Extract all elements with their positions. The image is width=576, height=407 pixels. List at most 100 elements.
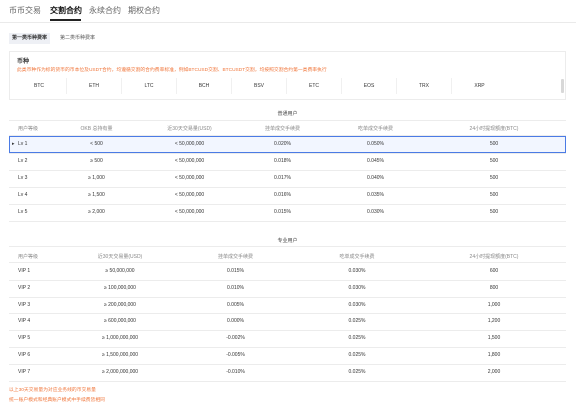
regular-user-fee-table: 普通用户 用户等级 OKB 总持有量 近30天交易量(USD) 挂单成交手续费 吃单成交… [9,106,566,222]
tab-category-2[interactable]: 第二类币种费率 [57,33,98,44]
coin-list-scrollbar[interactable] [561,79,564,93]
regular-cell-r1-c4: 0.045% [367,158,384,164]
regular-cell-r0-c3: 0.020% [274,141,291,147]
pro-cell-r1-c3: 0.030% [348,284,366,291]
regular-cell-r2-c1: ≥ 1,000 [88,175,105,181]
pro-cell-r0-c4: 600 [489,267,499,274]
regular-cell-r0-c1: < 500 [90,141,103,147]
coin-etc: ETC [287,78,342,94]
pro-cell-r6-c3: 0.025% [348,368,366,375]
pro-cell-r3-c1: ≥ 600,000,000 [104,318,136,325]
pro-row-divider [9,313,566,315]
coin-trx: TRX [397,78,452,94]
regular-row-divider [9,187,566,188]
pro-cell-r3-c3: 0.025% [348,318,366,325]
regular-row-divider [9,153,566,154]
coin-eos: EOS [342,78,397,94]
pro-cell-r0-c3: 0.030% [348,267,366,274]
pro-cell-r4-c4: 1,500 [487,335,501,342]
tab-category-1[interactable]: 第一类币种费率 [9,33,51,44]
regular-cell-r0-c2: < 50,000,000 [174,141,205,147]
coin-panel-title: 币种 [17,59,30,65]
regular-cell-r3-c1: ≥ 1,500 [88,192,105,198]
pro-cell-r6-c0: VIP 7 [18,368,31,375]
coin-eth: ETH [67,78,122,94]
pro-table-caption: 专业用户 [277,238,298,244]
regular-row-divider [9,170,566,171]
pro-cell-r1-c2: 0.010% [227,284,244,291]
coin-ltc: LTC [122,78,177,94]
regular-cell-r0-c5: 500 [489,141,499,147]
pro-cell-r2-c3: 0.030% [348,301,366,308]
pro-cell-r6-c1: ≥ 2,000,000,000 [101,368,139,375]
regular-cell-r4-c2: < 50,000,000 [174,209,205,215]
pro-row-divider [9,330,566,332]
regular-header-1: OKB 总持有量 [80,126,113,132]
pro-cell-r5-c0: VIP 6 [18,351,31,358]
pro-header-divider [9,262,566,263]
regular-header-5: 24小时提现额度(BTC) [469,126,519,132]
pro-cell-r1-c0: VIP 2 [18,284,31,291]
coin-xrp: XRP [474,83,485,89]
pro-cell-r2-c1: ≥ 200,000,000 [104,301,136,308]
regular-cell-r4-c3: 0.015% [274,209,291,215]
pro-header-0: 用户等级 [18,254,39,260]
pro-cell-r3-c4: 1,200 [487,318,501,325]
regular-cell-r4-c4: 0.030% [367,209,384,215]
pro-header-2: 挂单成交手续费 [217,254,253,260]
regular-cell-r2-c4: 0.040% [367,175,384,181]
pro-cell-r6-c2: -0.010% [226,368,245,375]
regular-caption-divider [9,120,566,121]
pro-cell-r2-c0: VIP 3 [18,301,31,308]
regular-row-divider [9,204,566,205]
pro-cell-r3-c2: 0.000% [227,318,244,325]
pro-cell-r4-c0: VIP 5 [18,335,31,342]
regular-cell-r1-c5: 500 [489,158,499,164]
pro-cell-r3-c0: VIP 4 [18,318,31,325]
regular-cell-r2-c5: 500 [489,175,499,181]
pro-row-divider [9,380,566,382]
footnote-account-mode: 统一账户模式和经典账户模式中手续费皆相同 [9,398,105,403]
regular-cell-r3-c4: 0.035% [367,192,384,198]
nav-divider [0,22,576,23]
regular-cell-r2-c3: 0.017% [274,175,291,181]
coin-bsv: BSV [232,78,287,94]
pro-cell-r1-c1: ≥ 100,000,000 [104,284,136,291]
pro-cell-r5-c4: 1,800 [487,351,501,358]
pro-cell-r2-c2: 0.005% [227,301,244,308]
regular-cell-r1-c2: < 50,000,000 [174,158,205,164]
regular-cell-r3-c5: 500 [489,192,499,198]
regular-table-caption: 普通用户 [277,111,298,117]
pro-cell-r0-c1: ≥ 50,000,000 [105,267,135,274]
active-tab-indicator [50,19,81,21]
pro-header-3: 吃单成交手续费 [339,254,375,260]
coin-panel-description: 此类币种作为标的货币的币本位及USDT合约，均遵循交割的合约费率标准，例如BTC… [17,68,327,73]
pro-cell-r6-c4: 2,000 [487,368,501,375]
pro-cell-r1-c4: 800 [489,284,499,291]
regular-header-2: 近30天交易量(USD) [167,126,212,132]
pro-cell-r5-c3: 0.025% [348,351,366,358]
regular-header-3: 挂单成交手续费 [264,126,300,132]
pro-row-divider [9,363,566,365]
regular-cell-r2-c2: < 50,000,000 [174,175,205,181]
pro-header-1: 近30天交易量(USD) [97,254,143,260]
tab-futures[interactable]: 交割合约 [50,5,82,16]
regular-cell-r0-c4: 0.050% [367,141,384,147]
pro-cell-r4-c2: -0.002% [226,335,245,342]
pro-caption-divider [9,246,566,247]
tab-options[interactable]: 期权合约 [128,5,160,16]
regular-cell-r4-c5: 500 [489,209,499,215]
coin-panel: 币种 此类币种作为标的货币的币本位及USDT合约，均遵循交割的合约费率标准，例如… [9,51,566,100]
regular-cell-r4-c1: ≥ 2,000 [88,209,105,215]
pro-cell-r0-c0: VIP 1 [18,267,31,274]
regular-cell-r3-c3: 0.016% [274,192,291,198]
regular-row-divider [9,221,566,222]
tab-perpetual[interactable]: 永续合约 [89,5,121,16]
coin-list: BTC ETH LTC BCH BSV ETC EOS TRX XRP [12,78,565,94]
pro-cell-r0-c2: 0.015% [227,267,244,274]
tab-spot[interactable]: 币币交易 [9,5,41,16]
pro-cell-r4-c3: 0.025% [348,335,366,342]
pro-cell-r5-c2: -0.005% [226,351,245,358]
pro-cell-r5-c1: ≥ 1,500,000,000 [101,351,139,358]
pro-header-4: 24小时提现额度(BTC) [469,254,519,260]
